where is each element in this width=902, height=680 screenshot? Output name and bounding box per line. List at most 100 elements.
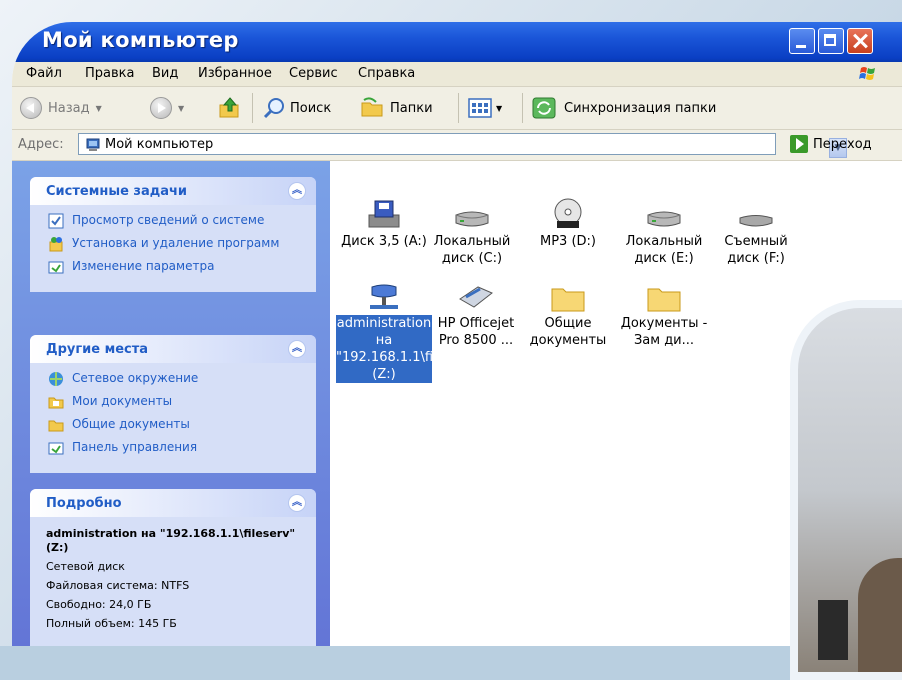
minimize-button[interactable] xyxy=(789,28,815,54)
my-documents-icon xyxy=(48,397,64,409)
address-input[interactable]: Мой компьютер ▼ xyxy=(78,133,847,158)
task-view-system-info[interactable]: Просмотр сведений о системе xyxy=(48,213,304,229)
collapse-icon[interactable]: ︽ xyxy=(288,340,306,358)
scanner-icon xyxy=(459,286,493,308)
task-label: Установка и удаление программ xyxy=(72,236,280,250)
my-computer-icon xyxy=(86,138,100,151)
menu-bar: Файл Правка Вид Избранное Сервис Справка xyxy=(12,62,902,87)
search-button[interactable]: Поиск xyxy=(262,97,331,119)
removable-drive-icon xyxy=(739,215,773,227)
floppy-icon xyxy=(368,200,400,228)
sync-label: Синхронизация папки xyxy=(564,100,717,116)
cdrom-icon xyxy=(554,198,582,228)
place-label: Общие документы xyxy=(72,417,190,431)
item-label: Локальный диск (E:) xyxy=(625,234,703,266)
title-bar[interactable]: Мой компьютер xyxy=(12,22,902,62)
chevron-down-icon: ▼ xyxy=(178,103,185,113)
address-bar: Адрес: Мой компьютер ▼ Переход xyxy=(12,130,902,161)
item-label: MP3 (D:) xyxy=(540,234,596,249)
forward-button[interactable]: ▼ xyxy=(150,97,184,119)
up-folder-icon xyxy=(219,97,239,118)
shared-documents-icon xyxy=(48,420,64,432)
search-icon xyxy=(263,98,284,119)
printer-item[interactable]: HP Officejet Pro 8500 ... xyxy=(428,273,524,349)
forward-arrow-icon xyxy=(150,97,172,119)
collapse-icon[interactable]: ︽ xyxy=(288,494,306,512)
window-title: Мой компьютер xyxy=(42,28,239,52)
sync-icon xyxy=(532,97,556,119)
menu-edit[interactable]: Правка xyxy=(85,66,134,81)
menu-favorites[interactable]: Избранное xyxy=(198,66,272,81)
views-icon xyxy=(468,98,492,118)
folders-button[interactable]: Папки xyxy=(360,97,433,119)
drive-item-a[interactable]: Диск 3,5 (A:) xyxy=(336,191,432,250)
item-label: Документы - Зам ди... xyxy=(620,316,708,348)
maximize-button[interactable] xyxy=(818,28,844,54)
details-free-space: Свободно: 24,0 ГБ xyxy=(46,598,152,611)
details-title: Подробно xyxy=(46,496,122,511)
task-label: Просмотр сведений о системе xyxy=(72,213,265,227)
details-panel: Подробно ︽ administration на "192.168.1.… xyxy=(30,489,316,646)
menu-tools[interactable]: Сервис xyxy=(289,66,338,81)
other-places-header[interactable]: Другие места ︽ xyxy=(30,335,316,363)
views-button[interactable]: ▼ xyxy=(468,97,502,119)
item-label: Диск 3,5 (A:) xyxy=(341,234,427,249)
place-network[interactable]: Сетевое окружение xyxy=(48,371,304,387)
network-icon xyxy=(49,372,63,386)
control-panel-icon xyxy=(48,442,64,455)
back-arrow-icon xyxy=(20,97,42,119)
system-tasks-title: Системные задачи xyxy=(46,184,188,199)
menu-file[interactable]: Файл xyxy=(26,66,62,81)
details-header[interactable]: Подробно ︽ xyxy=(30,489,316,517)
task-label: Изменение параметра xyxy=(72,259,215,273)
up-folder-button[interactable] xyxy=(218,97,242,119)
details-filesystem: Файловая система: NTFS xyxy=(46,579,190,592)
folder-icon xyxy=(647,288,681,312)
back-button[interactable]: Назад ▼ xyxy=(20,97,102,119)
close-button[interactable] xyxy=(847,28,873,54)
hard-drive-icon xyxy=(455,211,489,227)
toolbar-separator xyxy=(252,93,253,123)
back-label: Назад xyxy=(48,100,90,116)
toolbar: Назад ▼ ▼ Поиск Папки ▼ Синхронизация па… xyxy=(12,87,902,130)
windows-logo-icon xyxy=(859,67,875,80)
chevron-down-icon: ▼ xyxy=(496,103,503,113)
menu-help[interactable]: Справка xyxy=(358,66,415,81)
chevron-down-icon: ▼ xyxy=(95,103,102,113)
menu-view[interactable]: Вид xyxy=(152,66,178,81)
go-button[interactable]: Переход xyxy=(790,135,872,153)
search-label: Поиск xyxy=(290,100,332,116)
address-value: Мой компьютер xyxy=(105,137,214,152)
go-label: Переход xyxy=(813,136,872,152)
task-change-setting[interactable]: Изменение параметра xyxy=(48,259,304,275)
drive-item-d[interactable]: MP3 (D:) xyxy=(520,191,616,250)
drive-item-z[interactable]: administration на "192.168.1.1\fileserv"… xyxy=(336,273,479,383)
drive-item-e[interactable]: Локальный диск (E:) xyxy=(616,191,712,267)
drive-item-f[interactable]: Съемный диск (F:) xyxy=(708,191,804,267)
sync-folder-button[interactable]: Синхронизация папки xyxy=(532,97,716,119)
system-tasks-header[interactable]: Системные задачи ︽ xyxy=(30,177,316,205)
collapse-icon[interactable]: ︽ xyxy=(288,182,306,200)
folder-icon xyxy=(551,288,585,312)
item-label: Съемный диск (F:) xyxy=(724,234,788,266)
folders-label: Папки xyxy=(390,100,433,116)
task-pane: Системные задачи ︽ Просмотр сведений о с… xyxy=(12,161,330,646)
go-arrow-icon xyxy=(790,135,808,153)
photo-overlay xyxy=(790,300,902,680)
details-item-name: administration на "192.168.1.1\fileserv"… xyxy=(46,527,296,554)
item-label: administration на "192.168.1.1\fileserv"… xyxy=(336,315,479,383)
photo-monitor xyxy=(818,600,848,660)
place-control-panel[interactable]: Панель управления xyxy=(48,440,304,456)
place-my-documents[interactable]: Мои документы xyxy=(48,394,304,410)
place-label: Сетевое окружение xyxy=(72,371,199,385)
task-add-remove-programs[interactable]: Установка и удаление программ xyxy=(48,236,304,252)
drive-item-c[interactable]: Локальный диск (C:) xyxy=(424,191,520,267)
item-label: HP Officejet Pro 8500 ... xyxy=(437,316,515,348)
deputy-documents-item[interactable]: Документы - Зам ди... xyxy=(616,273,712,349)
place-shared-documents[interactable]: Общие документы xyxy=(48,417,304,433)
place-label: Мои документы xyxy=(72,394,173,408)
add-remove-programs-icon xyxy=(49,237,63,252)
item-label: Локальный диск (C:) xyxy=(433,234,511,266)
other-places-panel: Другие места ︽ Сетевое окружение Мои док… xyxy=(30,335,316,473)
shared-documents-item[interactable]: Общие документы xyxy=(520,273,616,349)
